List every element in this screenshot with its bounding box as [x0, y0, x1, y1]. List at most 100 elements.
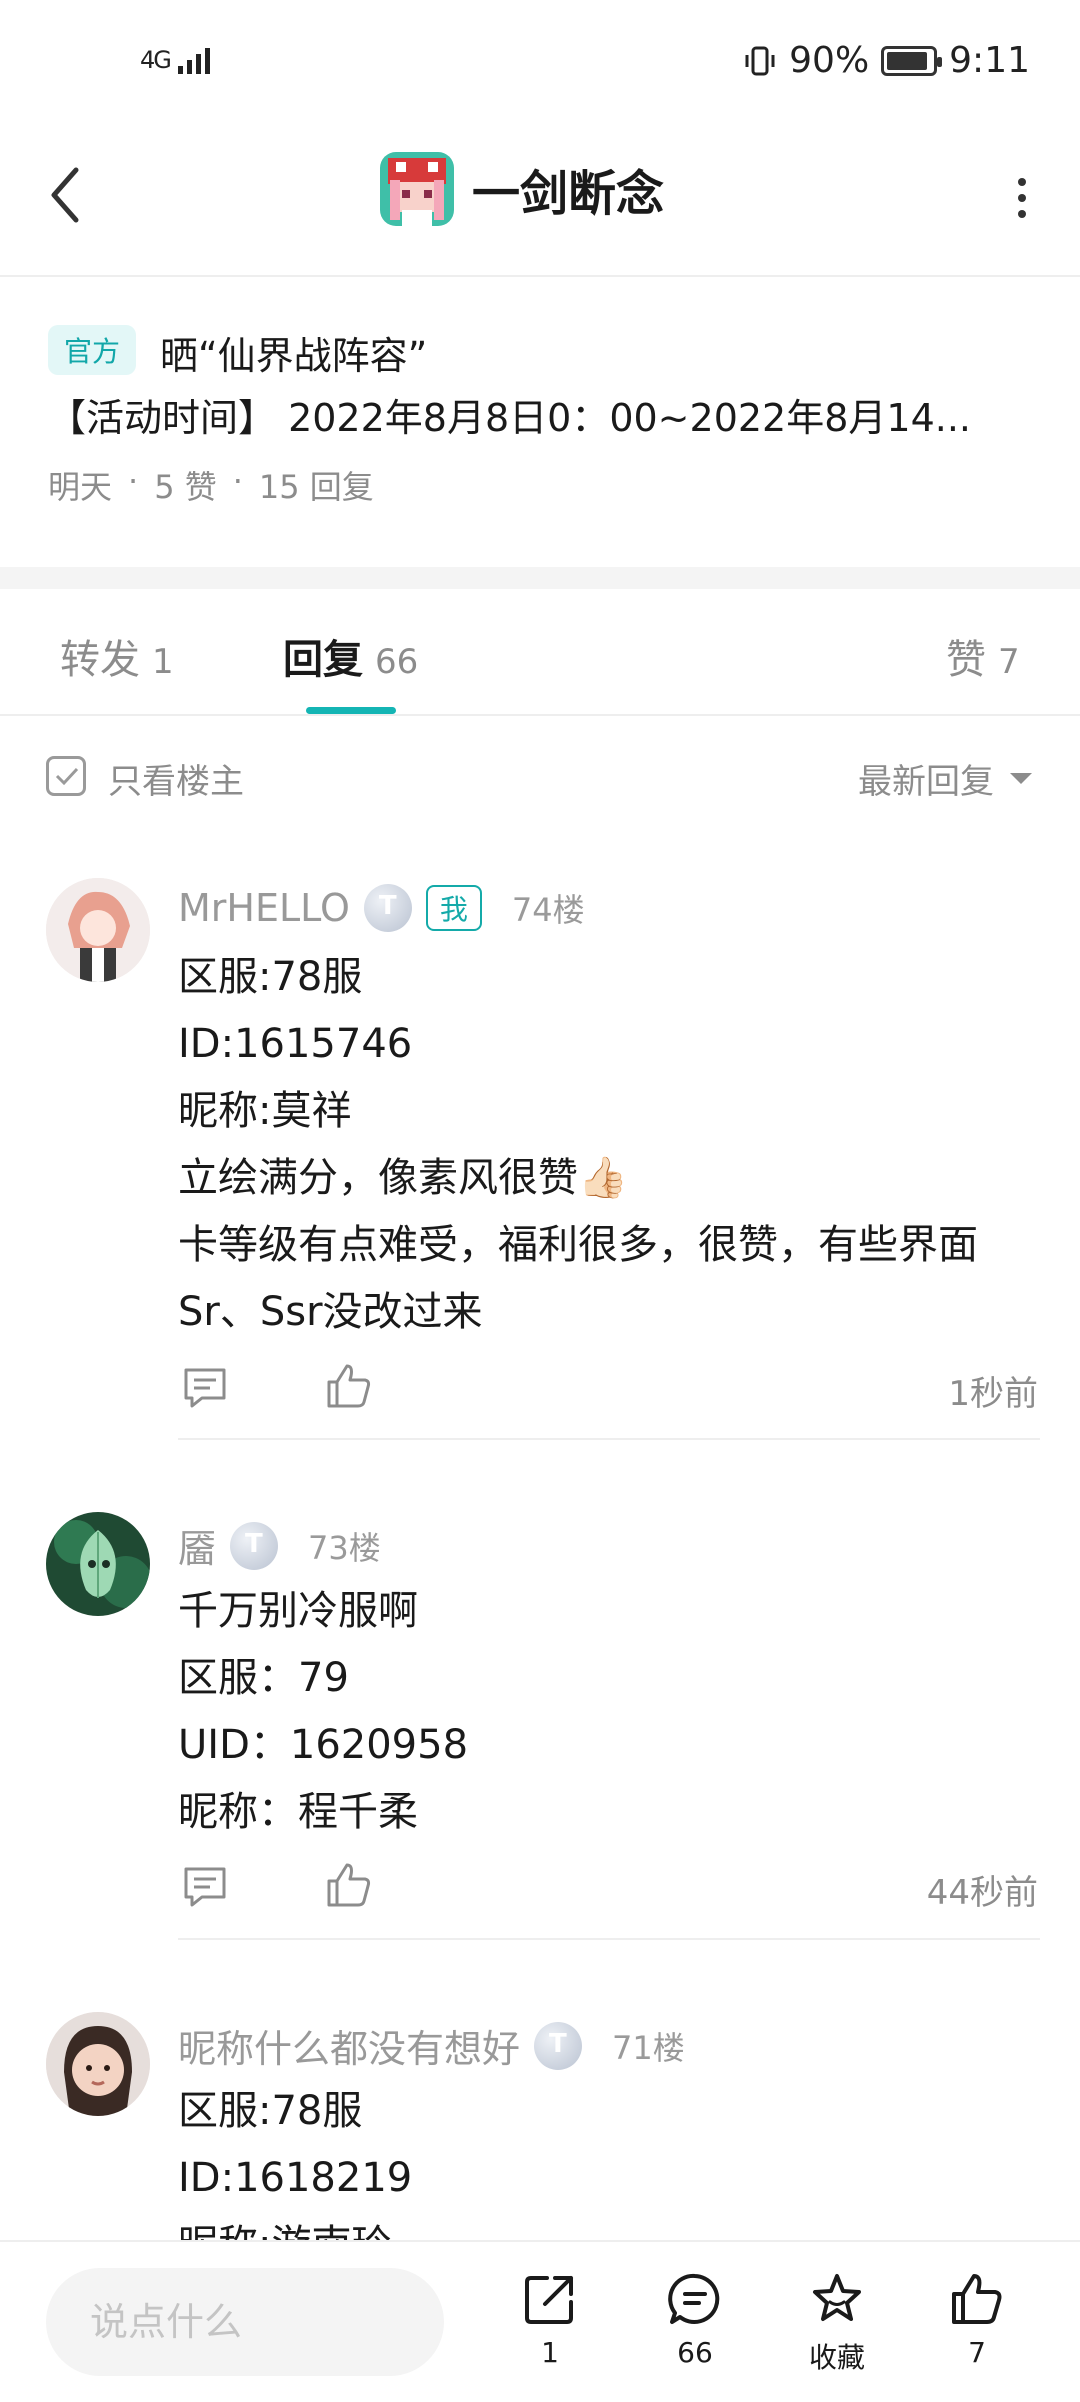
divider	[178, 1438, 1040, 1440]
post-replies: 15 回复	[258, 468, 374, 506]
level-badge-icon: T	[230, 1521, 279, 1570]
section-divider	[0, 567, 1080, 589]
comment-line: 立绘满分，像素风很赞👍🏻	[178, 1155, 628, 1201]
comment-item: 靥 T 73楼 千万别冷服啊 区服：79 UID：1620958 昵称：程千柔 …	[0, 1512, 1080, 1942]
post-excerpt: 【活动时间】 2022年8月8日0：00~2022年8月14...	[48, 396, 971, 440]
active-tab-indicator	[306, 707, 396, 714]
favorite-label: 收藏	[808, 2341, 865, 2374]
floor-number: 73楼	[308, 1528, 381, 1567]
caret-down-icon	[1010, 773, 1032, 784]
level-badge-icon: T	[363, 884, 412, 932]
game-title[interactable]: 一剑断念	[380, 152, 664, 226]
bottom-action-bar: 1 66 收藏 7	[0, 2240, 1080, 2402]
floor-number: 71楼	[612, 2028, 685, 2067]
reply-icon[interactable]	[180, 1861, 230, 1911]
status-right: 90% 9:11	[743, 40, 1030, 81]
avatar[interactable]	[46, 1512, 150, 1616]
status-bar: 4G 90% 9:11	[0, 0, 1080, 130]
comment-line: ID:1615746	[178, 1021, 413, 1067]
tab-bar: 转发 1 回复 66 赞 7	[0, 589, 1080, 716]
comment-line: ID:1618219	[178, 2155, 413, 2201]
comment-body[interactable]: 千万别冷服啊 区服：79 UID：1620958 昵称：程千柔	[178, 1578, 1038, 1846]
comment-line: 昵称:游南玲	[178, 2212, 1038, 2240]
meta-separator: ·	[128, 462, 139, 500]
favorite-button[interactable]: 收藏	[782, 2270, 892, 2376]
tab-likes[interactable]: 赞 7	[946, 627, 1020, 685]
me-tag: 我	[425, 885, 482, 931]
only-author-checkbox[interactable]	[46, 756, 86, 796]
post-title: 晒“仙界战阵容”	[160, 334, 428, 378]
comment-time: 44秒前	[926, 1873, 1038, 1913]
tab-reposts[interactable]: 转发 1	[60, 627, 174, 685]
comment-line: Sr、Ssr没改过来	[178, 1289, 483, 1335]
top-nav-bar: 一剑断念	[0, 130, 1080, 277]
more-options-icon[interactable]	[1002, 168, 1042, 228]
battery-percent: 90%	[789, 40, 870, 81]
official-badge: 官方	[48, 325, 137, 375]
post-likes: 5 赞	[154, 468, 217, 506]
floor-number: 74楼	[511, 891, 585, 929]
share-count: 1	[541, 2336, 559, 2369]
comment-line: 昵称：程千柔	[178, 1789, 418, 1835]
like-button[interactable]: 7	[922, 2270, 1032, 2369]
username[interactable]: 昵称什么都没有想好	[178, 2018, 520, 2073]
comment-body[interactable]: 区服:78服 ID:1615746 昵称:莫祥 立绘满分，像素风很赞👍🏻 卡等级…	[178, 944, 1038, 1346]
tab-count: 1	[152, 642, 174, 682]
comment-item: MrHELLO T 我 74楼 区服:78服 ID:1615746 昵称:莫祥 …	[0, 878, 1080, 1443]
post-date: 明天	[48, 468, 113, 506]
avatar[interactable]	[46, 878, 150, 982]
level-badge-icon: T	[534, 2021, 583, 2070]
comment-header: MrHELLO T 我 74楼	[178, 884, 585, 932]
like-count: 7	[968, 2336, 986, 2369]
like-thumb-icon[interactable]	[323, 1360, 375, 1412]
network-type: 4G	[140, 46, 172, 74]
comment-line: 千万别冷服啊	[178, 1588, 418, 1634]
comment-item: 昵称什么都没有想好 T 71楼 区服:78服 ID:1618219 昵称:游南玲	[0, 2012, 1080, 2240]
tab-replies[interactable]: 回复 66	[283, 627, 418, 685]
tab-label: 回复	[283, 637, 363, 683]
comment-icon	[668, 2273, 720, 2324]
thumbs-up-icon	[952, 2274, 1002, 2324]
back-arrow-icon[interactable]	[38, 160, 98, 230]
comment-time: 1秒前	[948, 1374, 1038, 1414]
comment-line: 昵称:莫祥	[178, 1088, 352, 1134]
game-name: 一剑断念	[472, 166, 665, 222]
comment-line: UID：1620958	[178, 1722, 469, 1768]
vibrate-icon	[745, 46, 775, 75]
share-button[interactable]: 1	[495, 2270, 605, 2369]
sort-label: 最新回复	[858, 762, 994, 802]
avatar[interactable]	[46, 2012, 150, 2116]
comment-line: 卡等级有点难受，福利很多，很赞，有些界面	[178, 1222, 978, 1268]
comment-header: 昵称什么都没有想好 T 71楼	[178, 2018, 685, 2073]
comment-line: 区服:78服	[178, 2088, 363, 2134]
clock: 9:11	[949, 40, 1030, 81]
comment-input[interactable]	[46, 2268, 444, 2376]
comment-actions: 1秒前	[178, 1358, 1038, 1418]
comment-header: 靥 T 73楼	[178, 1518, 381, 1573]
tab-label: 赞	[946, 637, 986, 683]
comment-line: 区服：79	[178, 1655, 349, 1701]
share-icon	[525, 2276, 573, 2324]
comment-line: 区服:78服	[178, 954, 363, 1000]
post-meta: 明天 · 5 赞 · 15 回复	[48, 462, 374, 508]
post-summary[interactable]: 官方 晒“仙界战阵容” 【活动时间】 2022年8月8日0：00~2022年8月…	[0, 277, 1080, 567]
comment-count: 66	[677, 2336, 713, 2369]
signal-icon: 4G	[140, 46, 216, 76]
filter-row: 只看楼主 最新回复	[0, 716, 1080, 836]
sort-dropdown[interactable]: 最新回复	[858, 754, 1032, 803]
comment-button[interactable]: 66	[640, 2270, 750, 2369]
battery-icon	[881, 45, 943, 76]
username[interactable]: 靥	[178, 1518, 216, 1573]
divider	[178, 1938, 1040, 1940]
meta-separator: ·	[232, 462, 243, 500]
tab-label: 转发	[60, 637, 140, 683]
reply-icon[interactable]	[180, 1362, 230, 1412]
tab-count: 7	[998, 642, 1020, 682]
like-thumb-icon[interactable]	[323, 1859, 375, 1911]
username[interactable]: MrHELLO	[178, 886, 350, 930]
star-icon	[813, 2274, 861, 2321]
game-logo	[380, 152, 454, 226]
comment-body[interactable]: 区服:78服 ID:1618219 昵称:游南玲	[178, 2078, 1038, 2240]
comment-actions: 44秒前	[178, 1857, 1038, 1917]
only-author-label[interactable]: 只看楼主	[108, 754, 244, 803]
